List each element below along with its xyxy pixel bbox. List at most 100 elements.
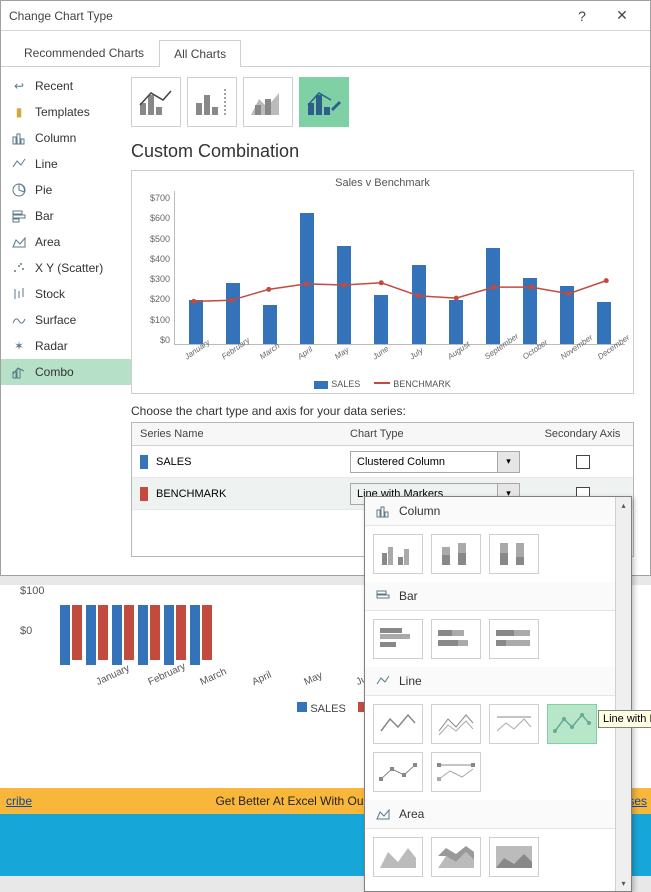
sidebar-item-pie[interactable]: Pie — [1, 177, 131, 203]
col-chart-type: Chart Type — [342, 423, 532, 445]
chart-legend: SALES BENCHMARK — [140, 379, 625, 389]
type-line[interactable] — [373, 704, 423, 744]
sidebar-item-label: Recent — [35, 79, 73, 93]
tab-all-charts[interactable]: All Charts — [159, 40, 241, 67]
sidebar-item-column[interactable]: Column — [1, 125, 131, 151]
sidebar-item-radar[interactable]: ✶ Radar — [1, 333, 131, 359]
choose-label: Choose the chart type and axis for your … — [131, 404, 634, 418]
sidebar-item-label: X Y (Scatter) — [35, 261, 103, 275]
scroll-down-icon[interactable]: ▾ — [616, 875, 631, 891]
preview-title: Sales v Benchmark — [140, 177, 625, 189]
type-100-stacked-bar[interactable] — [489, 619, 539, 659]
sidebar-item-label: Radar — [35, 339, 68, 353]
help-button[interactable]: ? — [562, 1, 602, 31]
sidebar-item-label: Bar — [35, 209, 54, 223]
type-100-stacked-line-markers[interactable] — [431, 752, 481, 792]
series-color-icon — [140, 455, 148, 469]
bar-icon — [375, 588, 391, 604]
section-title: Custom Combination — [131, 141, 634, 162]
combo-subtype-2[interactable] — [187, 77, 237, 127]
area-icon — [375, 806, 391, 822]
scatter-icon — [11, 260, 27, 276]
radar-icon: ✶ — [11, 338, 27, 354]
sidebar-item-label: Surface — [35, 313, 76, 327]
recent-icon: ↩ — [11, 78, 27, 94]
sidebar-item-recent[interactable]: ↩ Recent — [1, 73, 131, 99]
tab-recommended[interactable]: Recommended Charts — [9, 39, 159, 66]
chart-type-dropdown[interactable]: Column Bar Line Area ▴ ▾ — [364, 496, 632, 892]
combo-subtype-1[interactable] — [131, 77, 181, 127]
col-secondary: Secondary Axis — [532, 423, 633, 445]
sidebar-item-combo[interactable]: Combo — [1, 359, 131, 385]
dropdown-group-area: Area — [365, 800, 615, 829]
type-100-stacked-column[interactable] — [489, 534, 539, 574]
secondary-axis-checkbox[interactable] — [576, 455, 590, 469]
area-icon — [11, 234, 27, 250]
sidebar-item-stock[interactable]: Stock — [1, 281, 131, 307]
bg-y-label: $100 — [20, 585, 44, 597]
x-axis-labels: JanuaryFebruaryMarchAprilMayJuneJulyAugu… — [174, 354, 625, 363]
surface-icon — [11, 312, 27, 328]
sidebar-item-label: Area — [35, 235, 60, 249]
sidebar-item-line[interactable]: Line — [1, 151, 131, 177]
chart-type-select-sales[interactable]: Clustered Column ▾ — [350, 451, 520, 473]
type-stacked-area[interactable] — [431, 837, 481, 877]
chevron-down-icon[interactable]: ▾ — [497, 452, 519, 472]
combo-subtype-3[interactable] — [243, 77, 293, 127]
pie-icon — [11, 182, 27, 198]
type-100-stacked-area[interactable] — [489, 837, 539, 877]
sidebar-item-label: Pie — [35, 183, 52, 197]
sidebar-item-label: Templates — [35, 105, 90, 119]
type-area[interactable] — [373, 837, 423, 877]
type-stacked-bar[interactable] — [431, 619, 481, 659]
column-icon — [11, 130, 27, 146]
line-icon — [375, 673, 391, 689]
bg-y-label: $0 — [20, 625, 32, 637]
sidebar-item-label: Stock — [35, 287, 65, 301]
chart-box: $700$600$500$400$300$200$100$0 JanuaryFe… — [140, 191, 625, 361]
sidebar-item-label: Combo — [35, 365, 74, 379]
line-overlay — [175, 191, 625, 344]
folder-icon: ▮ — [11, 104, 27, 120]
series-color-icon — [140, 487, 148, 501]
dropdown-group-bar: Bar — [365, 582, 615, 611]
series-table-header: Series Name Chart Type Secondary Axis — [132, 423, 633, 446]
chart-preview[interactable]: Sales v Benchmark $700$600$500$400$300$2… — [131, 170, 634, 394]
sidebar-item-surface[interactable]: Surface — [1, 307, 131, 333]
line-icon — [11, 156, 27, 172]
dialog-title: Change Chart Type — [9, 9, 562, 23]
chart-category-sidebar: ↩ Recent ▮ Templates Column Line Pie Bar A… — [1, 67, 131, 575]
type-stacked-line[interactable] — [431, 704, 481, 744]
combo-icon — [11, 364, 27, 380]
sidebar-item-area[interactable]: Area — [1, 229, 131, 255]
scroll-up-icon[interactable]: ▴ — [616, 497, 631, 513]
series-name: SALES — [156, 456, 191, 468]
type-stacked-line-markers[interactable] — [373, 752, 423, 792]
stock-icon — [11, 286, 27, 302]
tooltip: Line with Ma — [598, 710, 651, 728]
type-line-with-markers[interactable] — [547, 704, 597, 744]
combo-subtype-row — [131, 77, 634, 127]
titlebar: Change Chart Type ? ✕ — [1, 1, 650, 31]
y-axis: $700$600$500$400$300$200$100$0 — [140, 191, 174, 361]
tabs: Recommended Charts All Charts — [1, 31, 650, 67]
series-row-sales[interactable]: SALES Clustered Column ▾ — [132, 446, 633, 478]
type-stacked-column[interactable] — [431, 534, 481, 574]
dropdown-group-line: Line — [365, 667, 615, 696]
type-clustered-bar[interactable] — [373, 619, 423, 659]
select-value: Clustered Column — [351, 456, 497, 468]
subscribe-link-partial[interactable]: cribe — [0, 794, 38, 808]
type-clustered-column[interactable] — [373, 534, 423, 574]
close-button[interactable]: ✕ — [602, 1, 642, 31]
sidebar-item-scatter[interactable]: X Y (Scatter) — [1, 255, 131, 281]
bar-icon — [11, 208, 27, 224]
combo-subtype-custom[interactable] — [299, 77, 349, 127]
dropdown-scrollbar[interactable]: ▴ ▾ — [615, 497, 631, 891]
change-chart-type-dialog: Change Chart Type ? ✕ Recommended Charts… — [0, 0, 651, 576]
type-100-stacked-line[interactable] — [489, 704, 539, 744]
dropdown-group-column: Column — [365, 497, 615, 526]
column-icon — [375, 503, 391, 519]
sidebar-item-bar[interactable]: Bar — [1, 203, 131, 229]
sidebar-item-templates[interactable]: ▮ Templates — [1, 99, 131, 125]
series-name: BENCHMARK — [156, 488, 226, 500]
